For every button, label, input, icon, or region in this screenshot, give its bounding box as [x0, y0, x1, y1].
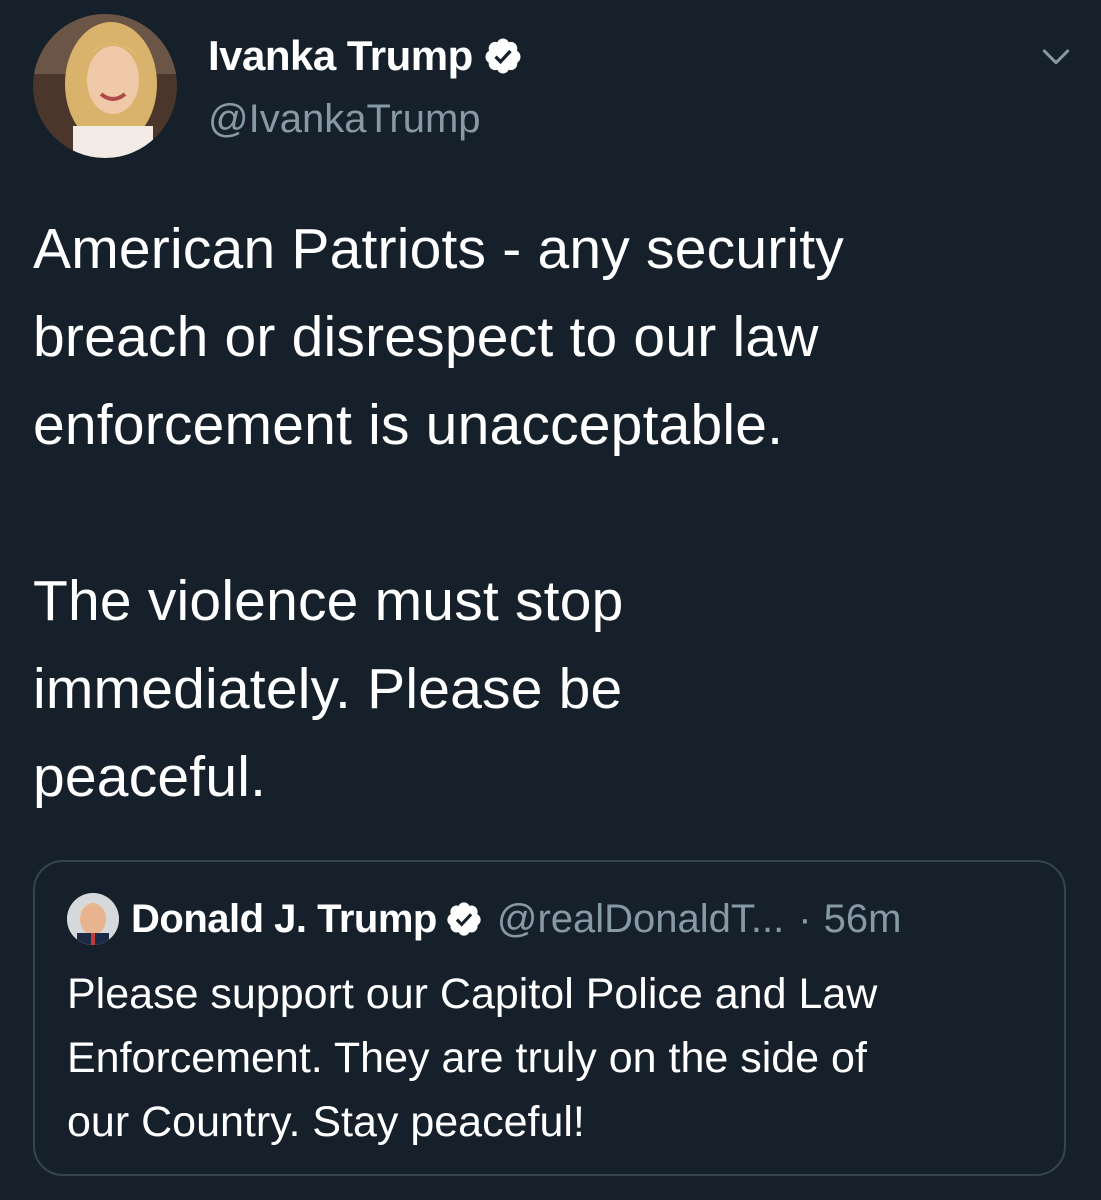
quoted-author-name: Donald J. Trump — [131, 896, 437, 941]
quoted-tweet-time: 56m — [823, 896, 902, 941]
quoted-tweet-header: Donald J. Trump @realDonaldT... · 56m — [67, 892, 901, 946]
tweet: Ivanka Trump @IvankaTrump American Patri… — [0, 0, 1101, 1200]
verified-badge-icon — [485, 38, 521, 74]
separator-dot: · — [798, 896, 812, 941]
verified-badge-icon — [447, 902, 481, 936]
tweet-text: American Patriots - any security breach … — [33, 217, 844, 809]
profile-photo-icon — [33, 14, 177, 158]
quoted-author-avatar — [67, 893, 119, 945]
quoted-tweet-text: Please support our Capitol Police and La… — [67, 970, 878, 1146]
author-name-row[interactable]: Ivanka Trump — [208, 28, 523, 84]
profile-photo-icon — [67, 893, 119, 945]
author-name[interactable]: Ivanka Trump — [208, 32, 473, 80]
quoted-author-handle: @realDonaldT... — [496, 896, 785, 941]
author-avatar[interactable] — [33, 14, 177, 158]
author-handle[interactable]: @IvankaTrump — [208, 97, 481, 142]
chevron-down-icon[interactable] — [1036, 36, 1076, 76]
quoted-tweet-card[interactable]: Donald J. Trump @realDonaldT... · 56m Pl… — [33, 860, 1066, 1176]
